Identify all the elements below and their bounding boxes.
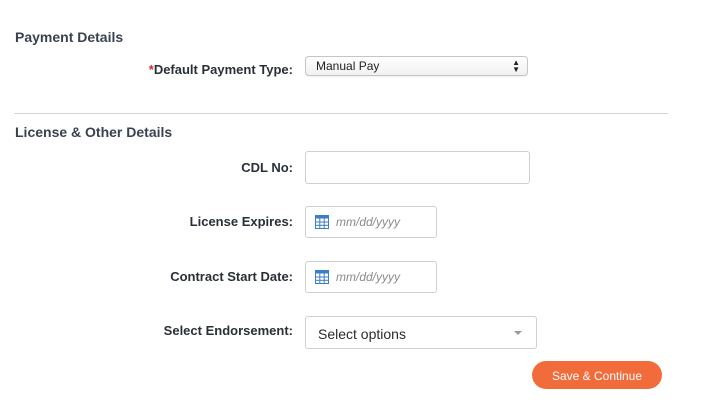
payment-details-heading: Payment Details [15,29,124,45]
select-endorsement-label: Select Endorsement: [163,323,293,338]
contract-start-date-placeholder: mm/dd/yyyy [336,270,401,284]
license-expires-label: License Expires: [189,214,293,229]
chevron-down-icon [514,331,522,335]
endorsement-select-value: Select options [318,326,406,342]
select-updown-icon: ▲ ▼ [512,58,520,74]
save-and-continue-button[interactable]: Save & Continue [532,361,662,389]
default-payment-type-select[interactable]: Manual Pay ▲ ▼ [305,56,528,76]
section-divider [14,113,668,114]
contract-start-date-label: Contract Start Date: [170,269,293,284]
default-payment-type-label-text: Default Payment Type: [153,62,293,77]
cdl-no-label: CDL No: [241,160,293,175]
cdl-no-input[interactable] [305,151,530,184]
endorsement-select[interactable]: Select options [305,316,537,349]
default-payment-type-label: *Default Payment Type: [149,62,293,77]
license-expires-input[interactable]: mm/dd/yyyy [305,206,437,238]
default-payment-type-value: Manual Pay [316,59,380,73]
license-details-heading: License & Other Details [15,124,173,140]
calendar-icon [315,215,329,229]
calendar-icon [315,270,329,284]
contract-start-date-input[interactable]: mm/dd/yyyy [305,261,437,293]
license-expires-placeholder: mm/dd/yyyy [336,215,401,229]
